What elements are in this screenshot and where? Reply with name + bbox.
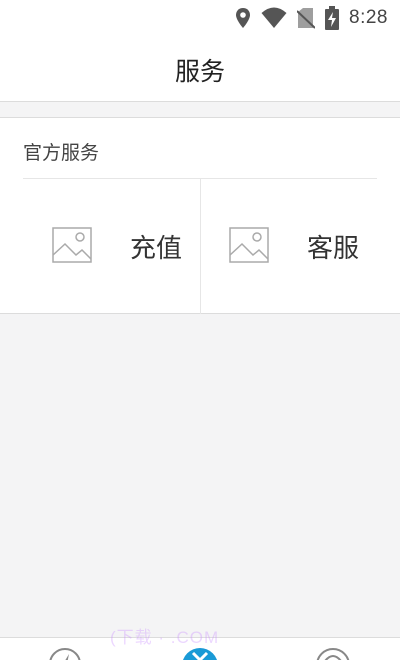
image-placeholder-icon — [52, 227, 92, 263]
services-icon[interactable] — [181, 647, 219, 660]
recharge-service-button[interactable]: 充值 — [0, 179, 200, 314]
app-header: 服务 — [0, 36, 400, 102]
profile-icon[interactable] — [315, 647, 351, 660]
compass-icon[interactable] — [48, 647, 82, 660]
customer-service-button[interactable]: 客服 — [201, 179, 400, 314]
status-bar: 8:28 — [0, 0, 400, 36]
page-title: 服务 — [174, 57, 225, 86]
bottom-nav — [0, 637, 400, 660]
section-title: 官方服务 — [23, 142, 100, 164]
status-time: 8:28 — [349, 7, 388, 28]
battery-charging-icon — [325, 6, 340, 30]
image-placeholder-icon — [229, 227, 269, 263]
no-sim-icon — [297, 8, 316, 29]
recharge-label: 充值 — [130, 234, 183, 264]
official-services-card: 官方服务 充值 客服 — [0, 117, 400, 314]
location-icon — [236, 8, 251, 28]
customer-service-label: 客服 — [307, 234, 360, 264]
wifi-icon — [261, 7, 287, 28]
